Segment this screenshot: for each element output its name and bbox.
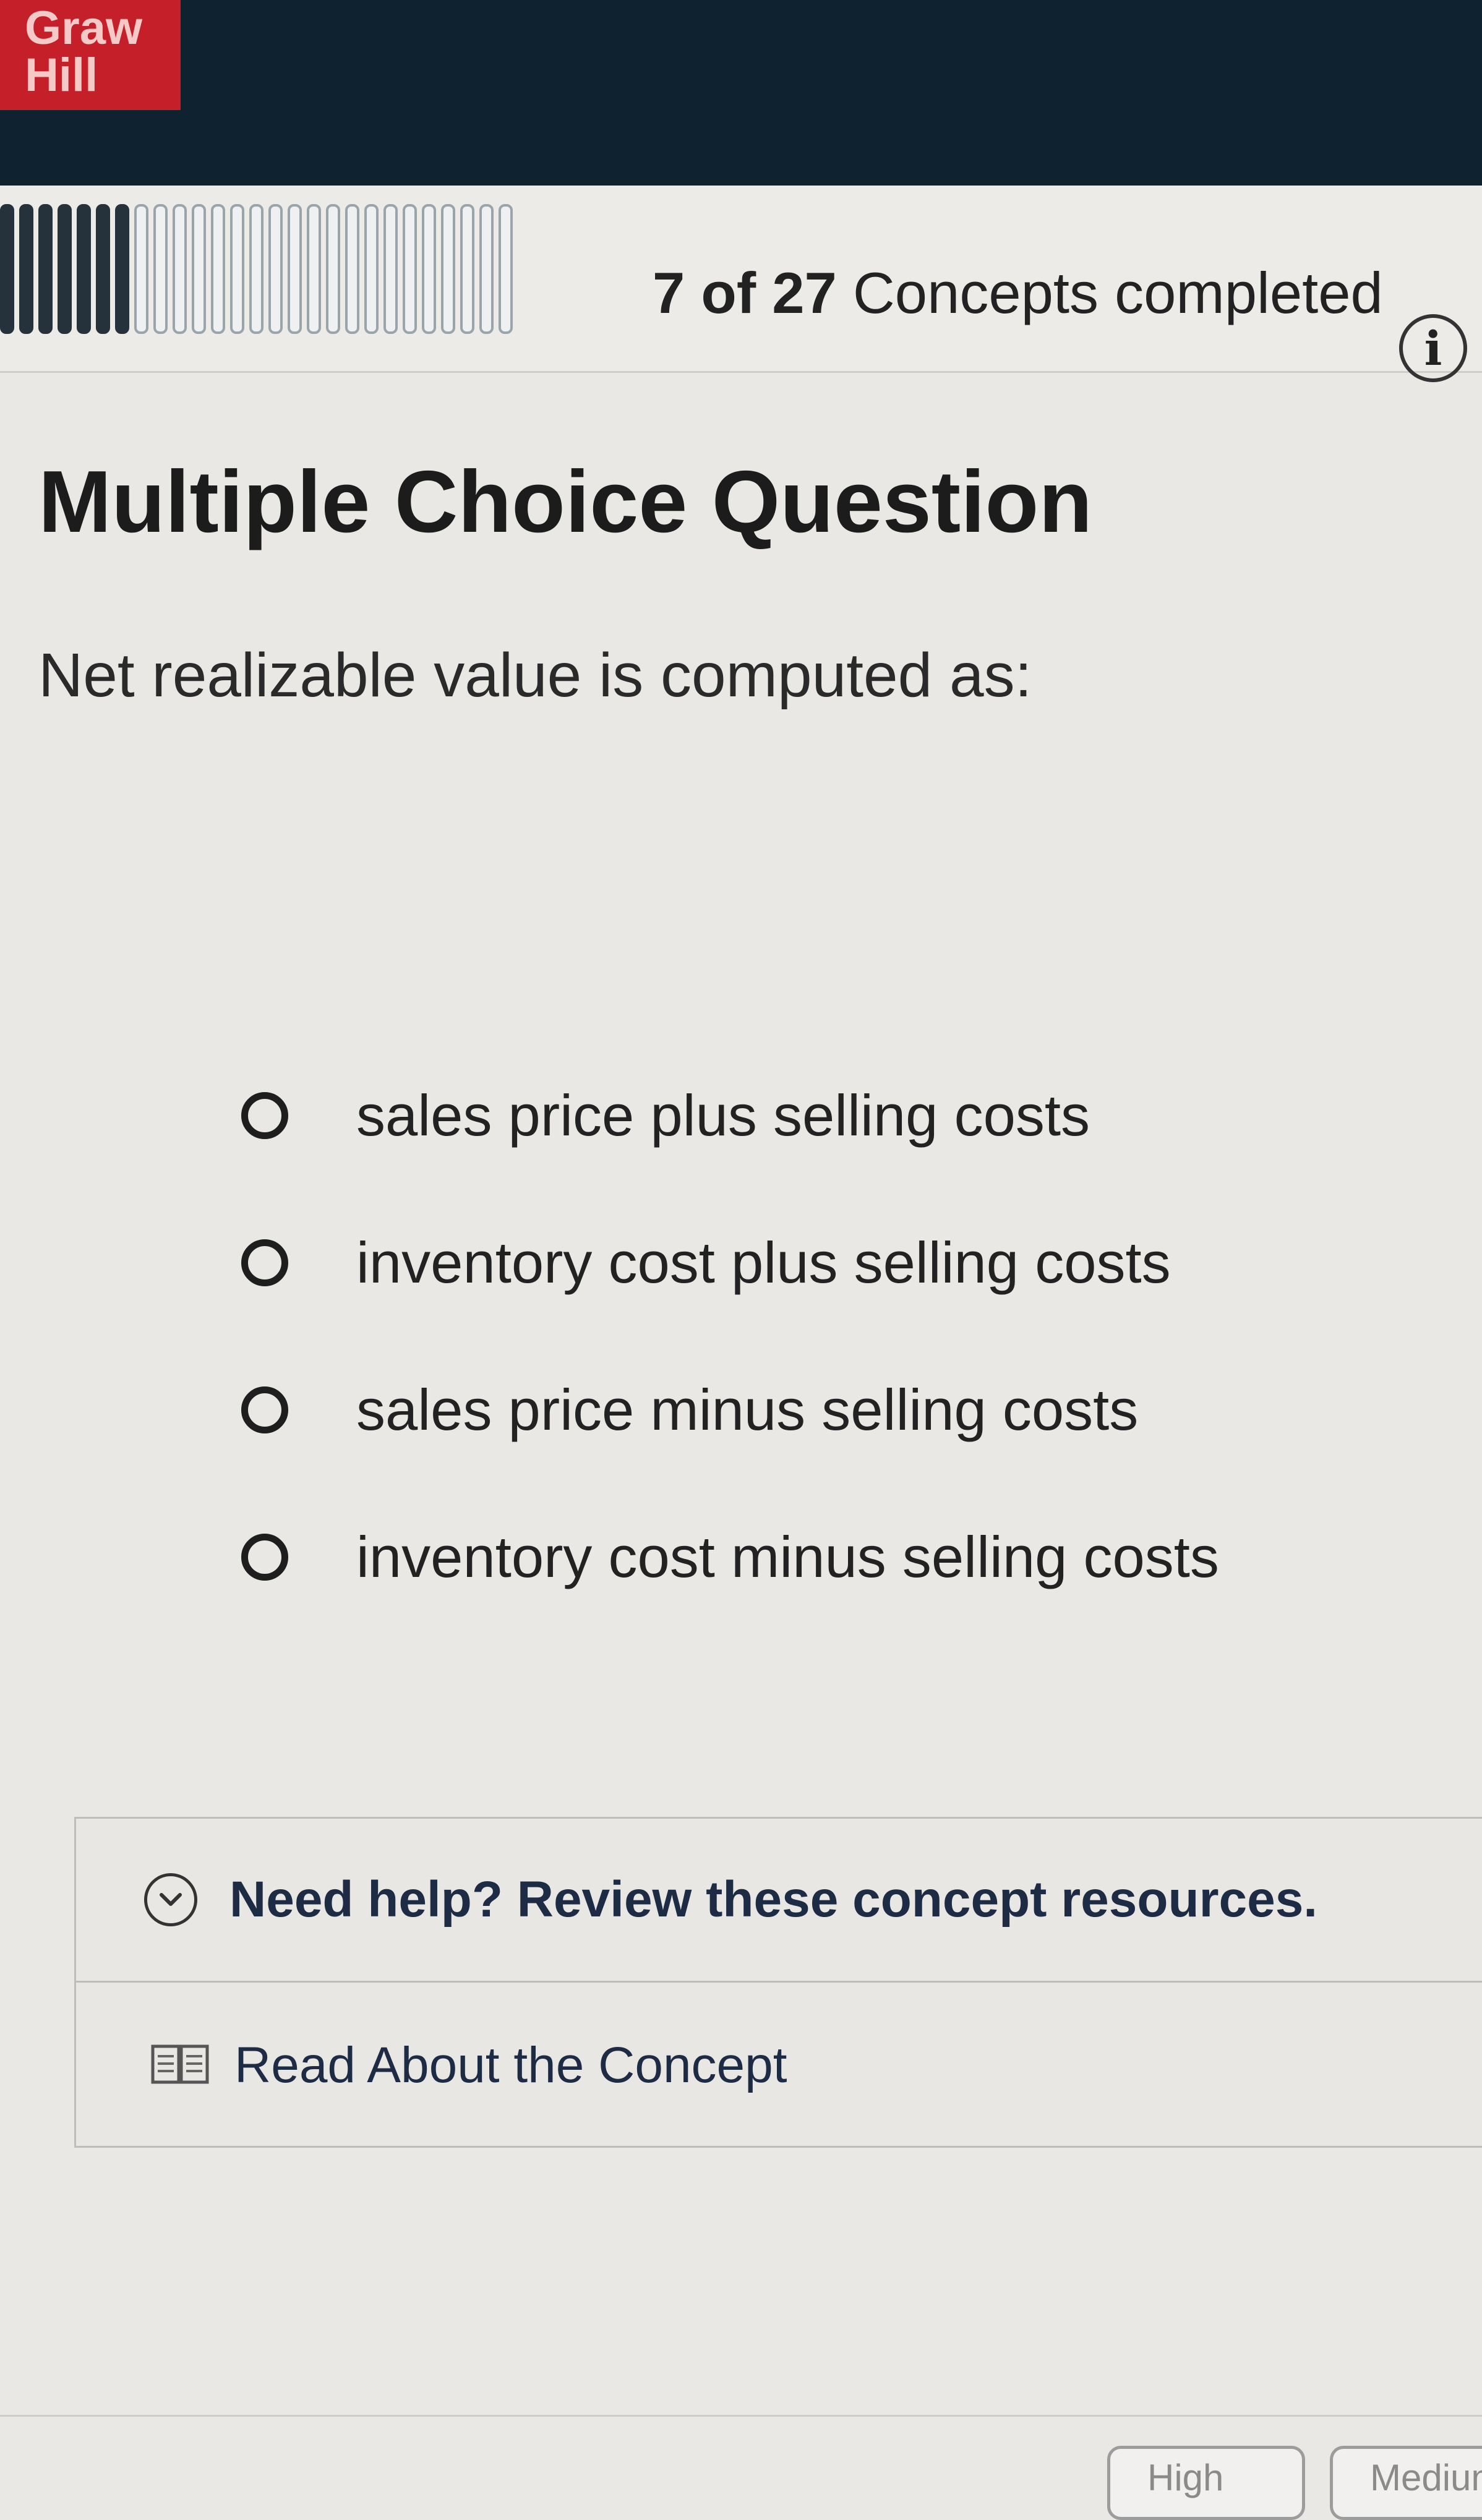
help-title: Need help? Review these concept resource… [229, 1871, 1318, 1928]
confidence-medium-label: Medium [1370, 2457, 1482, 2498]
logo-text-line2: Hill [25, 49, 98, 101]
radio-icon[interactable] [241, 1386, 288, 1433]
logo-text-line1: Graw [25, 2, 143, 54]
progress-segment [288, 204, 302, 334]
chevron-down-icon[interactable] [144, 1873, 197, 1926]
confidence-medium-button[interactable]: Medium [1330, 2446, 1482, 2520]
confidence-high-button[interactable]: High [1107, 2446, 1305, 2520]
progress-segment [19, 204, 33, 334]
progress-count: 7 of 27 [653, 260, 837, 325]
progress-segment [77, 204, 91, 334]
answer-option-label: inventory cost minus selling costs [356, 1524, 1219, 1589]
progress-suffix: Concepts completed [836, 260, 1383, 325]
progress-segment [345, 204, 359, 334]
read-about-concept-label: Read About the Concept [234, 2037, 787, 2093]
answer-option-label: sales price minus selling costs [356, 1377, 1139, 1442]
progress-segment [211, 204, 225, 334]
progress-segment [307, 204, 321, 334]
answer-option[interactable]: inventory cost minus selling costs [241, 1484, 1219, 1631]
progress-segment [192, 204, 206, 334]
progress-segment [38, 204, 53, 334]
answer-options: sales price plus selling costs inventory… [241, 1042, 1219, 1631]
progress-text: 7 of 27 Concepts completed [653, 260, 1383, 327]
progress-segment [268, 204, 283, 334]
progress-segment [422, 204, 436, 334]
progress-segment [383, 204, 398, 334]
divider [0, 2415, 1482, 2417]
progress-segment [403, 204, 417, 334]
progress-segment [441, 204, 455, 334]
info-icon[interactable]: i [1399, 314, 1467, 382]
progress-segment [0, 204, 14, 334]
progress-segment [153, 204, 168, 334]
progress-segment [364, 204, 379, 334]
progress-segment [134, 204, 148, 334]
mcgraw-hill-logo: Graw Hill [0, 0, 181, 110]
answer-option[interactable]: sales price minus selling costs [241, 1336, 1219, 1484]
top-bar [0, 0, 1482, 186]
read-about-concept-link[interactable]: Read About the Concept [76, 1983, 1482, 2148]
answer-option-label: sales price plus selling costs [356, 1083, 1090, 1148]
help-panel: Need help? Review these concept resource… [74, 1817, 1482, 2148]
progress-segment [460, 204, 474, 334]
help-toggle[interactable]: Need help? Review these concept resource… [76, 1819, 1482, 1983]
concept-progress-bar [0, 204, 513, 334]
progress-segment [479, 204, 494, 334]
progress-segment [499, 204, 513, 334]
progress-segment [230, 204, 244, 334]
answer-option[interactable]: sales price plus selling costs [241, 1042, 1219, 1189]
radio-icon[interactable] [241, 1534, 288, 1581]
progress-segment [58, 204, 72, 334]
progress-segment [96, 204, 110, 334]
answer-option-label: inventory cost plus selling costs [356, 1230, 1171, 1295]
radio-icon[interactable] [241, 1239, 288, 1286]
question-title: Multiple Choice Question [38, 453, 1093, 551]
progress-segment [173, 204, 187, 334]
radio-icon[interactable] [241, 1092, 288, 1139]
progress-segment [326, 204, 340, 334]
answer-option[interactable]: inventory cost plus selling costs [241, 1189, 1219, 1336]
confidence-high-label: High [1147, 2457, 1224, 2498]
question-prompt: Net realizable value is computed as: [38, 641, 1032, 710]
book-icon [150, 2043, 210, 2089]
progress-segment [115, 204, 129, 334]
progress-segment [249, 204, 263, 334]
